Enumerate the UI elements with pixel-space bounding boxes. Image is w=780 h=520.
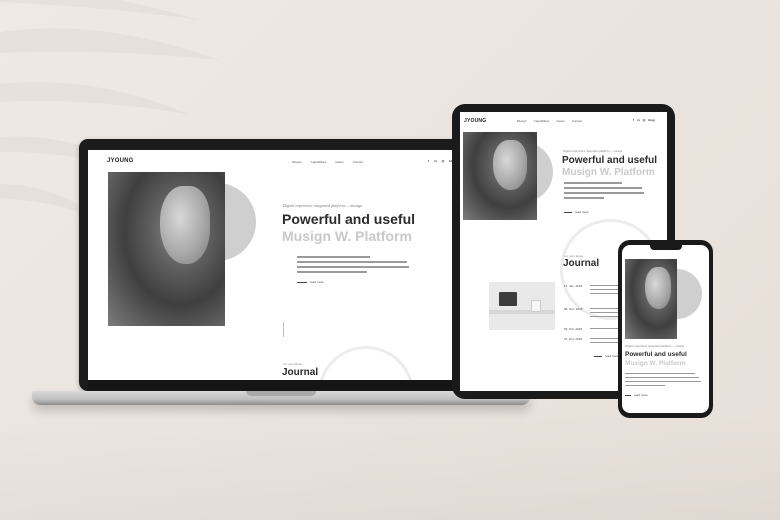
hero-tagline: Digital experience integrated platform —… — [283, 203, 362, 208]
social-links: f in ◎ blog — [633, 118, 655, 122]
linkedin-icon[interactable]: in — [434, 159, 437, 163]
portrait-face — [493, 140, 527, 190]
facebook-icon[interactable]: f — [633, 118, 634, 122]
scroll-indicator — [283, 322, 284, 337]
hero-headline: Powerful and useful — [282, 211, 416, 227]
main-nav: Musign Capabilities Cases Contact — [292, 160, 363, 164]
nav-item[interactable]: Cases — [335, 160, 344, 164]
laptop-photo-icon — [499, 292, 517, 306]
linkedin-icon[interactable]: in — [637, 118, 640, 122]
read-more-link[interactable]: read more — [564, 210, 589, 214]
hero-tagline: Digital experience integrated platform —… — [625, 344, 685, 348]
hero-portrait-image — [625, 259, 677, 339]
phone-notch — [650, 245, 682, 250]
hero-portrait-image — [463, 132, 537, 220]
nav-item[interactable]: Musign — [292, 160, 302, 164]
journal-title: Journal — [282, 367, 319, 378]
instagram-icon[interactable]: ◎ — [643, 118, 646, 122]
hero-tagline: Digital experience integrated platform —… — [563, 149, 623, 153]
journal-title: Journal — [563, 258, 600, 269]
laptop-bezel-bottom — [88, 380, 477, 390]
nav-item[interactable]: Capabilities — [311, 160, 327, 164]
hero-portrait-image — [108, 172, 225, 326]
journal-decoration — [318, 346, 414, 380]
floor-shading — [0, 410, 780, 520]
instagram-icon[interactable]: ◎ — [442, 159, 445, 163]
blog-link[interactable]: blog — [648, 118, 654, 122]
journal-image-desk[interactable] — [489, 282, 555, 330]
nav-item[interactable]: Musign — [517, 119, 527, 123]
journal-read-more[interactable]: read more — [594, 354, 619, 358]
portrait-face — [160, 186, 210, 264]
cup-photo-icon — [531, 300, 541, 312]
desk-surface — [489, 310, 555, 314]
hero-headline: Powerful and useful — [625, 351, 687, 358]
nav-item[interactable]: Capabilities — [534, 119, 550, 123]
read-more-link[interactable]: read more — [625, 393, 648, 397]
portrait-face — [645, 267, 671, 309]
hero-subheadline: Musign W. Platform — [282, 228, 412, 244]
laptop-trackpad-notch — [246, 391, 316, 396]
nav-item[interactable]: Contact — [572, 119, 582, 123]
site-logo[interactable]: JYOUNG — [107, 158, 134, 164]
site-logo[interactable]: JYOUNG — [464, 118, 486, 124]
phone-screen: Digital experience integrated platform —… — [622, 245, 709, 413]
laptop-screen: JYOUNG Musign Capabilities Cases Contact… — [88, 150, 477, 380]
hero-headline: Powerful and useful — [562, 155, 658, 166]
read-more-link[interactable]: read more — [297, 280, 324, 284]
journal-subtitle: our your ideas — [283, 362, 303, 366]
hero-subheadline: Musign W. Platform — [625, 360, 686, 367]
facebook-icon[interactable]: f — [428, 159, 429, 163]
nav-item[interactable]: Cases — [556, 119, 565, 123]
hero-subheadline: Musign W. Platform — [562, 167, 655, 178]
main-nav: Musign Capabilities Cases Contact — [517, 119, 582, 123]
nav-item[interactable]: Contact — [353, 160, 363, 164]
